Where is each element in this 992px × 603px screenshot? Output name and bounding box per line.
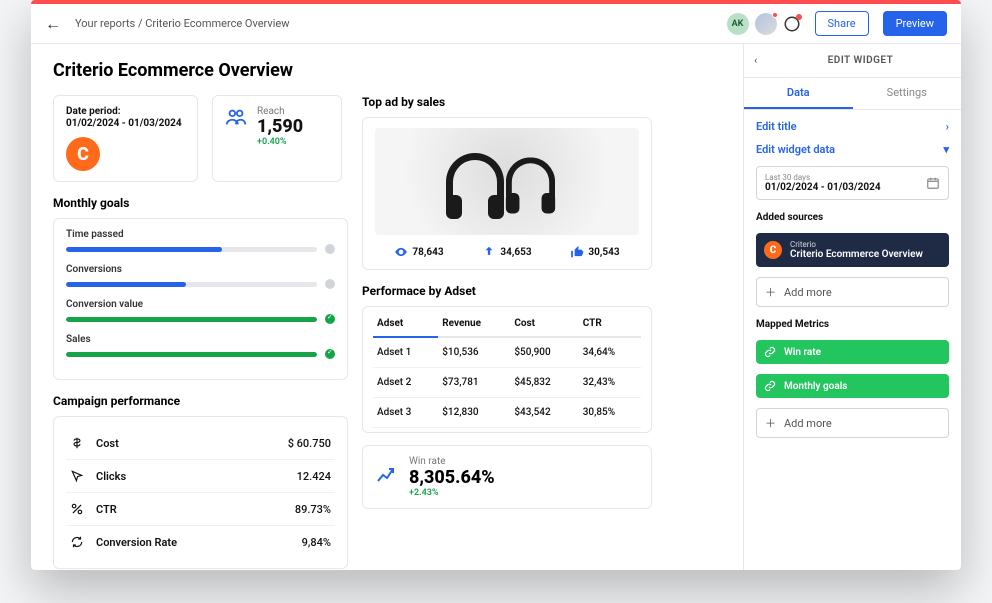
goal-label: Time passed [66,229,124,240]
notifications-icon[interactable] [783,15,801,33]
source-logo-icon: C [764,241,782,259]
table-header: Revenue [438,311,510,337]
cursor-icon [70,469,86,483]
win-rate-card: Win rate 8,305.64% +2.43% [362,445,652,509]
added-sources-label: Added sources [756,212,949,223]
goal-label: Conversions [66,264,122,275]
metric-chip[interactable]: Win rate [756,340,949,364]
table-row: Adset 2$73,781$45,83232,43% [373,368,641,398]
check-icon [325,349,335,359]
percent-icon [70,502,86,516]
winrate-label: Win rate [409,456,495,467]
avatar[interactable]: AK [727,13,749,35]
perf-value: 9,84% [302,536,331,549]
campaign-performance-card: Cost $ 60.750 Clicks 12.424 CTR 89.73% C… [53,416,348,569]
date-range-picker[interactable]: Last 30 days 01/02/2024 - 01/03/2024 [756,166,949,200]
perf-value: 12.424 [297,470,331,483]
perf-label: CTR [96,503,285,516]
ad-stat-value: 30,543 [588,247,619,258]
thumb-icon [570,245,584,259]
period-label: Date period: [66,106,185,117]
dollar-icon [70,436,86,450]
reach-value: 1,590 [257,117,303,137]
perf-value: $ 60.750 [288,437,331,450]
reach-card: Reach 1,590 +0.40% [212,95,342,182]
winrate-delta: +2.43% [409,488,495,498]
ad-stat-value: 34,653 [500,247,531,258]
breadcrumb-root[interactable]: Your reports [75,17,135,30]
status-dot-icon [325,244,335,254]
winrate-value: 8,305.64% [409,467,495,488]
page-title: Criterio Ecommerce Overview [53,60,721,81]
edit-widget-data-link[interactable]: Edit widget data ▾ [756,143,949,156]
table-header: CTR [579,311,641,337]
link-icon [764,346,776,358]
brand-logo-icon: C [66,137,100,171]
source-item[interactable]: C Criterio Criterio Ecommerce Overview [756,233,949,267]
breadcrumb-current: Criterio Ecommerce Overview [145,17,289,30]
goal-label: Conversion value [66,299,143,310]
perf-value: 89.73% [295,503,331,516]
status-dot-icon [325,279,335,289]
plus-icon: ＋ [765,415,776,431]
reach-delta: +0.40% [257,137,303,147]
add-metric-button[interactable]: ＋ Add more [756,408,949,438]
panel-title: EDIT WIDGET [770,55,951,66]
tab-data[interactable]: Data [744,78,853,109]
table-header: Cost [510,311,578,337]
progress-bar [66,317,317,322]
ad-image [375,128,639,235]
chevron-right-icon: › [946,120,949,133]
refresh-icon [70,535,86,549]
tab-settings[interactable]: Settings [853,78,962,109]
edit-widget-panel: ‹ EDIT WIDGET Data Settings Edit title ›… [743,44,961,570]
link-icon [764,380,776,392]
check-icon [325,314,335,324]
table-header: Adset [373,311,438,337]
share-icon [482,245,496,259]
people-icon [225,106,247,128]
date-period-card: Date period: 01/02/2024 - 01/03/2024 C [53,95,198,182]
adset-performance-title: Performace by Adset [362,284,652,298]
perf-label: Conversion Rate [96,536,292,549]
back-arrow-icon[interactable]: ← [45,14,61,34]
perf-label: Cost [96,437,278,450]
plus-icon: ＋ [765,284,776,300]
monthly-goals-card: Time passed Conversions Conversion value… [53,218,348,380]
trend-up-icon [375,464,399,488]
top-bar: ← Your reports / Criterio Ecommerce Over… [31,4,961,44]
top-ad-card: 78,643 34,653 30,543 [362,117,652,270]
mapped-metrics-label: Mapped Metrics [756,319,949,330]
avatar[interactable] [755,13,777,35]
progress-bar [66,282,317,287]
table-row: Adset 1$10,536$50,90034,64% [373,337,641,368]
table-row: Adset 3$12,830$43,54230,85% [373,398,641,428]
preview-button[interactable]: Preview [883,11,947,36]
period-range: 01/02/2024 - 01/03/2024 [66,118,185,129]
add-source-button[interactable]: ＋ Add more [756,277,949,307]
metric-chip[interactable]: Monthly goals [756,374,949,398]
panel-back-icon[interactable]: ‹ [754,54,770,67]
perf-label: Clicks [96,470,287,483]
campaign-performance-title: Campaign performance [53,394,348,408]
monthly-goals-title: Monthly goals [53,196,348,210]
top-ad-title: Top ad by sales [362,95,652,109]
progress-bar [66,352,317,357]
chevron-down-icon: ▾ [943,143,949,156]
edit-title-link[interactable]: Edit title › [756,120,949,133]
breadcrumb: Your reports / Criterio Ecommerce Overvi… [75,17,713,30]
calendar-icon [926,176,940,190]
adset-table-card: AdsetRevenueCostCTRAdset 1$10,536$50,900… [362,306,652,433]
ad-stat-value: 78,643 [412,247,443,258]
eye-icon [394,245,408,259]
progress-bar [66,247,317,252]
share-button[interactable]: Share [815,11,869,36]
goal-label: Sales [66,334,91,345]
